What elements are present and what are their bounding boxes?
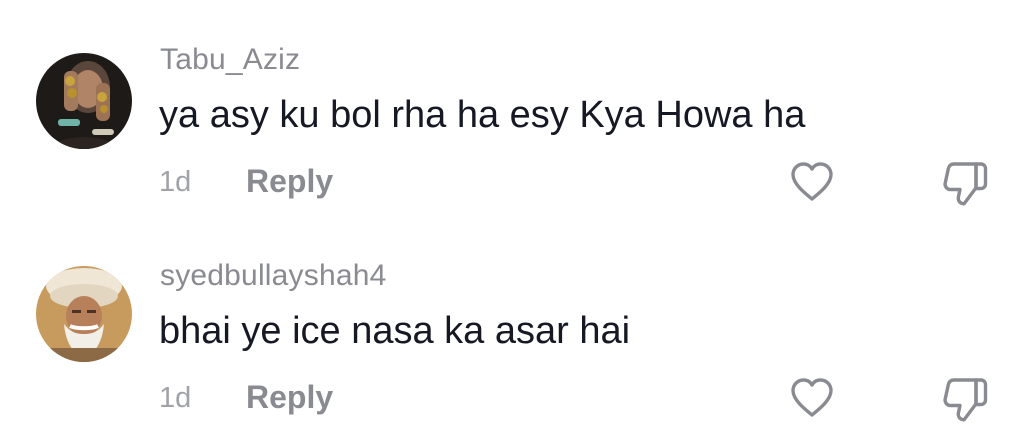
like-button[interactable] xyxy=(788,160,836,204)
avatar[interactable] xyxy=(36,53,132,149)
like-button[interactable] xyxy=(788,376,836,420)
dislike-button[interactable] xyxy=(940,158,992,208)
comment-text: bhai ye ice nasa ka asar hai xyxy=(159,310,631,352)
comment-time: 1d xyxy=(159,382,192,414)
avatar-image xyxy=(36,53,132,149)
heart-outline-icon xyxy=(791,378,833,417)
reply-button[interactable]: Reply xyxy=(246,377,333,417)
comment-time: 1d xyxy=(159,166,192,198)
heart-outline-icon xyxy=(791,162,833,201)
reply-button[interactable]: Reply xyxy=(246,161,333,201)
avatar[interactable] xyxy=(36,266,132,362)
comment-username[interactable]: syedbullayshah4 xyxy=(160,258,387,294)
comment-username[interactable]: Tabu_Aziz xyxy=(160,42,300,78)
thumbs-down-outline-icon xyxy=(943,162,988,206)
comment-item: Tabu_Aziz ya asy ku bol rha ha esy Kya H… xyxy=(0,28,1024,228)
avatar-image xyxy=(36,266,132,362)
comment-item: syedbullayshah4 bhai ye ice nasa ka asar… xyxy=(0,244,1024,444)
comment-text: ya asy ku bol rha ha esy Kya Howa ha xyxy=(159,94,806,136)
thumbs-down-outline-icon xyxy=(943,378,988,422)
dislike-button[interactable] xyxy=(940,374,992,424)
